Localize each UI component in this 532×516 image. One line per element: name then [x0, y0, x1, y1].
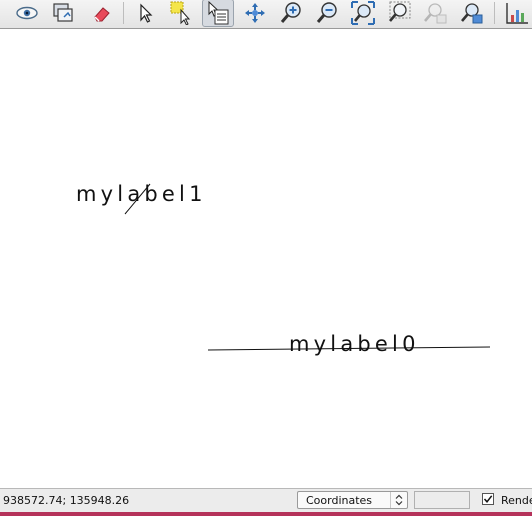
map-toolbar: [0, 0, 532, 29]
zoom-out-icon[interactable]: [312, 0, 342, 26]
zoom-selection-icon[interactable]: [384, 0, 414, 26]
map-canvas[interactable]: mylabel1 mylabel0: [0, 30, 532, 488]
toolbar-separator: [494, 2, 495, 24]
render-checkbox[interactable]: [482, 493, 494, 505]
toolbar-separator: [123, 2, 124, 24]
select-arrow-icon[interactable]: [131, 0, 161, 26]
eraser-icon[interactable]: [86, 0, 116, 26]
zoom-layer-icon[interactable]: [420, 0, 450, 26]
coordinate-readout: 938572.74; 135948.26: [3, 494, 130, 507]
map-label-0: mylabel0: [289, 332, 420, 356]
map-label-1: mylabel1: [76, 182, 207, 206]
layer-overview-icon[interactable]: [48, 0, 78, 26]
select-features-icon[interactable]: [167, 0, 197, 26]
eye-icon[interactable]: [12, 0, 42, 26]
coordinate-mode-label: Coordinates: [306, 494, 373, 507]
scale-field[interactable]: [414, 491, 470, 509]
render-checkbox-label: Render: [501, 494, 532, 507]
coordinate-mode-select[interactable]: Coordinates: [297, 491, 408, 509]
zoom-full-icon[interactable]: [348, 0, 378, 26]
checkmark-icon: [483, 495, 493, 503]
window-bottom-accent: [0, 512, 532, 516]
identify-icon[interactable]: [202, 0, 234, 27]
map-features: [124, 183, 491, 351]
zoom-last-icon[interactable]: [456, 0, 486, 26]
pan-icon[interactable]: [240, 0, 270, 26]
zoom-in-icon[interactable]: [276, 0, 306, 26]
status-bar: 938572.74; 135948.26 Coordinates Render: [0, 488, 532, 513]
chart-icon[interactable]: [502, 0, 532, 26]
updown-arrow-icon: [390, 492, 407, 508]
